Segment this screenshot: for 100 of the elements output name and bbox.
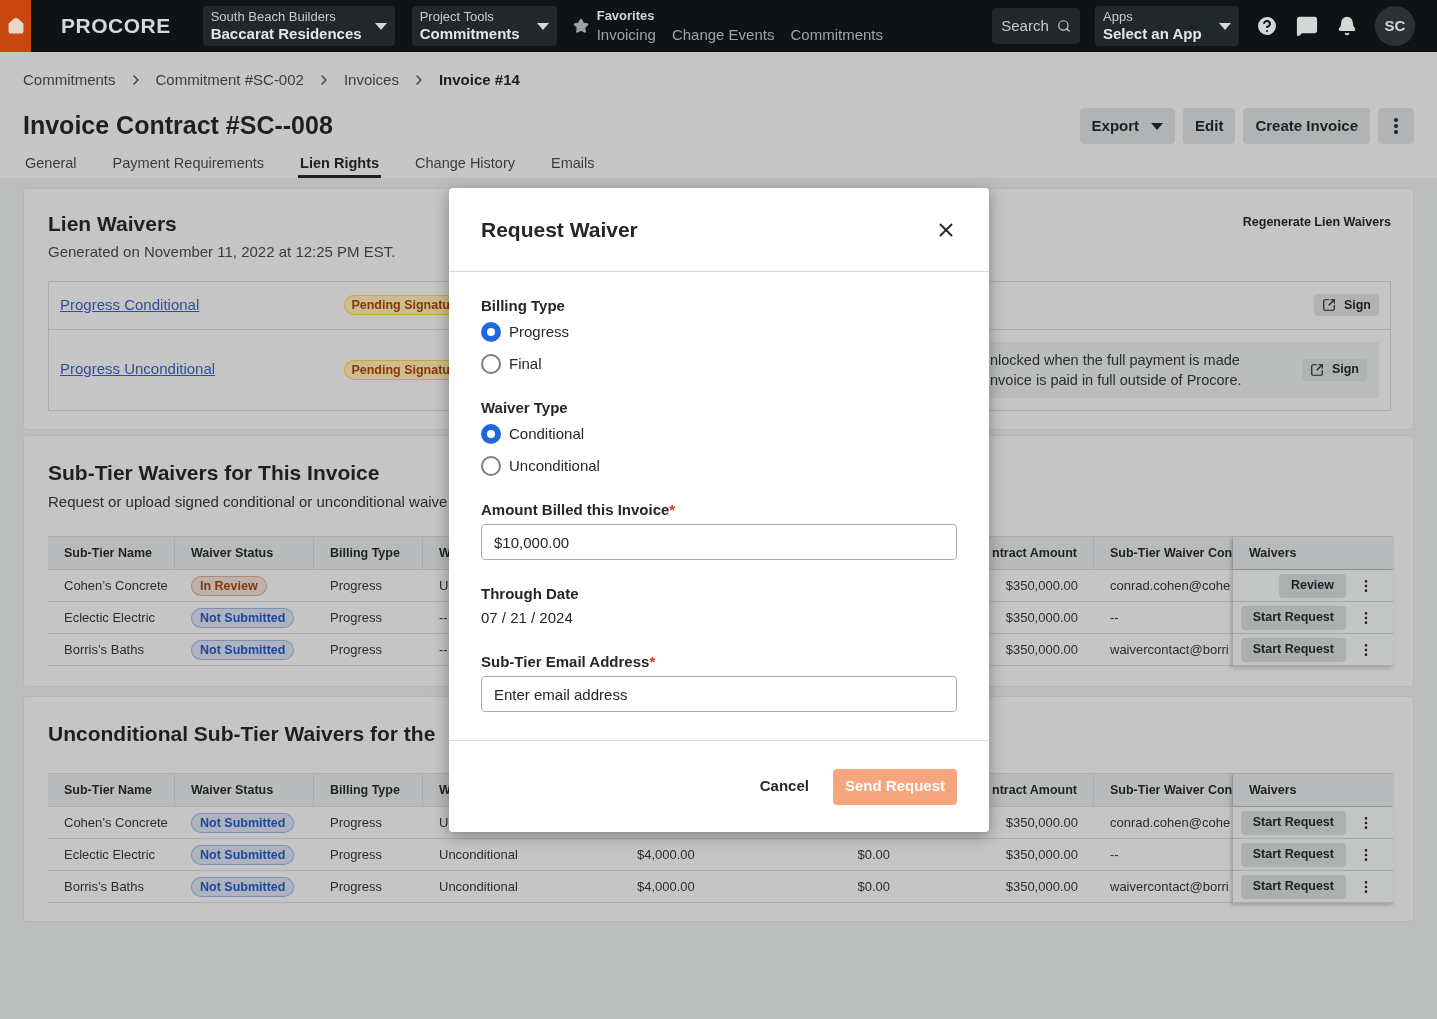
section-subtitle: Generated on November 11, 2022 at 12:25 PM EST.	[48, 242, 396, 262]
column-header: Sub-Tier Waiver Con	[1110, 544, 1233, 562]
field-label: Amount Billed this Invoice	[481, 499, 670, 520]
breadcrumb-link[interactable]: Commitment #SC-002	[155, 68, 304, 92]
table-cell-text: $4,000.00	[637, 877, 695, 896]
export-button[interactable]: Export	[1079, 108, 1176, 144]
favorite-link[interactable]: Commitments	[790, 25, 883, 45]
waiver-action-button[interactable]: Review	[1278, 573, 1346, 598]
table-cell-text: --	[1110, 845, 1119, 864]
radio-button[interactable]	[481, 354, 501, 374]
table-cell-text: $350,000.00	[1005, 640, 1078, 659]
column-header: Sub-Tier Name	[64, 781, 152, 799]
breadcrumb-link[interactable]: Commitments	[23, 68, 116, 92]
sign-button[interactable]: Sign	[1301, 358, 1367, 381]
external-link-icon	[1309, 362, 1324, 377]
table-cell-text: $350,000.00	[1005, 845, 1078, 864]
table-cell-text: Progress	[330, 640, 383, 659]
breadcrumb-link[interactable]: Invoices	[343, 68, 399, 92]
regenerate-link[interactable]: Regenerate Lien Waivers	[1242, 208, 1391, 236]
table-cell-text: conrad.cohen@cohe	[1110, 576, 1231, 595]
sign-button[interactable]: Sign	[1313, 294, 1379, 316]
field-label: Sub-Tier Email Address	[481, 651, 650, 672]
radio-label: Conditional	[509, 423, 585, 444]
table-cell-text: Progress	[330, 608, 383, 627]
table-cell-text: conrad.cohen@cohe	[1110, 813, 1231, 832]
dropdown-label: South Beach Builders	[210, 8, 337, 25]
project-dropdown[interactable]: South Beach Builders Baccarat Residences	[202, 6, 395, 46]
table-cell-text: Progress	[330, 877, 383, 896]
waiver-link[interactable]: Progress Conditional	[60, 293, 345, 317]
tab[interactable]: Emails	[549, 152, 597, 178]
caret-icon	[374, 22, 387, 30]
input-field[interactable]: Enter email address	[481, 676, 957, 712]
tab[interactable]: Change History	[413, 152, 517, 178]
status-badge: Not Submitted	[191, 639, 295, 660]
radio-label: Unconditional	[509, 455, 600, 476]
action-button[interactable]: Edit	[1183, 108, 1236, 144]
radio-button[interactable]	[481, 322, 501, 342]
dropdown-value: Baccarat Residences	[210, 24, 362, 44]
table-cell-text: --	[439, 640, 448, 659]
waiver-action-button[interactable]: Start Request	[1240, 874, 1346, 899]
breadcrumb-link[interactable]: Invoice #14	[438, 68, 520, 92]
more-icon	[1394, 118, 1398, 134]
table-cell-text: Borris’s Baths	[64, 640, 144, 659]
waiver-action-button[interactable]: Start Request	[1240, 605, 1346, 630]
tab[interactable]: Payment Requirements	[110, 152, 267, 178]
column-header: Sub-Tier Waiver Con	[1110, 781, 1233, 799]
table-cell-text: Cohen’s Concrete	[64, 813, 168, 832]
chat-icon[interactable]	[1296, 15, 1318, 37]
column-header: Waivers	[1249, 544, 1297, 562]
table-cell-text: Progress	[330, 845, 383, 864]
favorite-link[interactable]: Invoicing	[596, 25, 656, 45]
cancel-button[interactable]: Cancel	[755, 768, 813, 805]
column-header: Waivers	[1249, 781, 1297, 799]
table-cell-text: --	[1110, 608, 1119, 627]
dropdown-value: Commitments	[419, 24, 520, 44]
caret-icon	[1151, 122, 1164, 130]
table-cell-text: Cohen’s Concrete	[64, 576, 168, 595]
help-icon[interactable]	[1255, 14, 1279, 38]
section-title: Lien Waivers	[48, 211, 178, 237]
house-icon	[6, 17, 25, 35]
required-mark: *	[649, 651, 656, 672]
search-icon	[1056, 19, 1071, 33]
field-label: Billing Type	[481, 295, 565, 316]
date-value: 07 / 21 / 2024	[481, 607, 573, 628]
tab[interactable]: General	[23, 152, 79, 178]
caret-icon	[1219, 22, 1231, 30]
table-cell-text: $4,000.00	[637, 845, 695, 864]
radio-button[interactable]	[481, 424, 501, 444]
user-avatar[interactable]: SC	[1375, 6, 1415, 46]
table-cell-text: $0.00	[857, 845, 890, 864]
column-header: ntract Amount	[992, 544, 1077, 562]
input-field[interactable]: $10,000.00	[481, 524, 957, 560]
table-cell-text: U	[439, 813, 449, 832]
waiver-action-button[interactable]: Start Request	[1240, 842, 1346, 867]
status-badge: In Review	[191, 575, 267, 596]
status-badge: Not Submitted	[191, 812, 295, 833]
status-badge: Pending Signatu	[344, 295, 450, 315]
favorite-link[interactable]: Change Events	[671, 25, 775, 45]
table-cell-text: Unconditional	[439, 877, 518, 896]
section-title: Unconditional Sub-Tier Waivers for the	[48, 721, 437, 747]
table-cell-text: Borris’s Baths	[64, 877, 144, 896]
favorites-label: Favorites	[596, 7, 656, 24]
table-cell-text: Eclectic Electric	[64, 845, 156, 864]
waiver-action-button[interactable]: Start Request	[1240, 810, 1346, 835]
tool-dropdown[interactable]: Project Tools Commitments	[411, 6, 557, 46]
tab[interactable]: Lien Rights	[298, 152, 382, 178]
column-header: Waiver Status	[191, 781, 274, 799]
waiver-link[interactable]: Progress Unconditional	[60, 358, 345, 381]
search-button[interactable]: Search	[992, 8, 1080, 44]
action-button[interactable]: Create Invoice	[1243, 108, 1370, 144]
waiver-action-button[interactable]: Start Request	[1240, 637, 1346, 662]
bell-icon[interactable]	[1337, 16, 1357, 36]
more-actions-button[interactable]	[1378, 108, 1414, 144]
dropdown-value: Select an App	[1103, 24, 1202, 44]
apps-dropdown[interactable]: Apps Select an App	[1095, 6, 1239, 46]
table-cell-text: waivercontact@borri	[1110, 640, 1229, 659]
table-cell-text: Unconditional	[439, 845, 518, 864]
home-button[interactable]	[0, 0, 31, 52]
logo: PROCORE	[61, 13, 171, 40]
radio-button[interactable]	[481, 456, 501, 476]
